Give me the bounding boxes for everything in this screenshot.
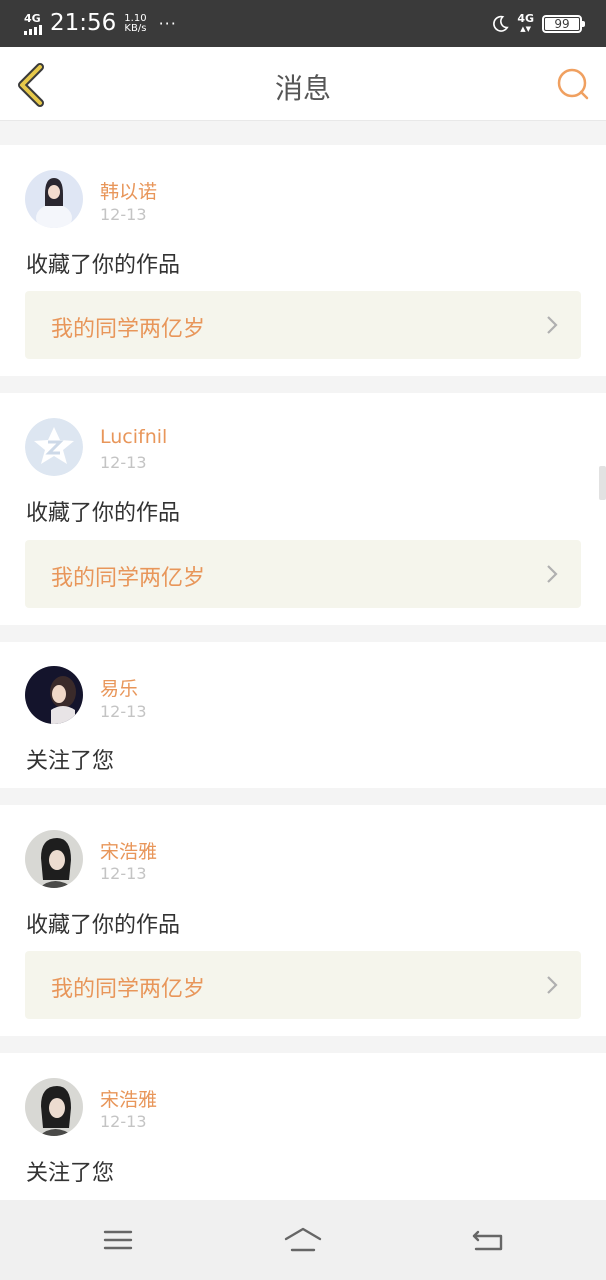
work-title: 我的同学两亿岁: [51, 977, 206, 1002]
work-link[interactable]: 我的同学两亿岁: [25, 540, 581, 608]
header: 消息: [0, 47, 606, 121]
avatar[interactable]: [25, 170, 83, 228]
message-card: 宋浩雅 12-13 收藏了你的作品 我的同学两亿岁: [0, 805, 606, 1036]
signal-icon: 4G: [24, 13, 42, 35]
user-name[interactable]: 宋浩雅: [100, 837, 157, 864]
work-link[interactable]: 我的同学两亿岁: [25, 291, 581, 359]
menu-icon[interactable]: [98, 1222, 138, 1258]
clock: 21:56: [50, 10, 117, 36]
action-text: 收藏了你的作品: [26, 913, 181, 938]
avatar[interactable]: [25, 666, 83, 724]
system-nav-bar: [0, 1200, 606, 1280]
work-title: 我的同学两亿岁: [51, 566, 206, 591]
message-card: 易乐 12-13 关注了您: [0, 642, 606, 788]
message-date: 12-13: [100, 205, 147, 224]
scrollbar[interactable]: [599, 466, 606, 500]
message-card: 宋浩雅 12-13 关注了您: [0, 1053, 606, 1200]
message-date: 12-13: [100, 864, 147, 883]
network-type: 4G: [24, 11, 41, 25]
chevron-right-icon: [547, 565, 558, 583]
work-link[interactable]: 我的同学两亿岁: [25, 951, 581, 1019]
more-notifications: ···: [158, 14, 177, 33]
action-text: 关注了您: [26, 749, 115, 774]
avatar[interactable]: [25, 1078, 83, 1136]
message-card: Lucifnil 12-13 收藏了你的作品 我的同学两亿岁: [0, 393, 606, 625]
message-card: 韩以诺 12-13 收藏了你的作品 我的同学两亿岁: [0, 145, 606, 376]
action-text: 收藏了你的作品: [26, 501, 181, 526]
message-date: 12-13: [100, 453, 147, 472]
battery-icon: 99: [542, 14, 585, 33]
user-name[interactable]: 易乐: [100, 674, 138, 701]
chevron-right-icon: [547, 976, 558, 994]
action-text: 收藏了你的作品: [26, 253, 181, 278]
page-title: 消息: [274, 72, 331, 105]
home-icon[interactable]: [283, 1222, 323, 1258]
action-text: 关注了您: [26, 1161, 115, 1186]
work-title: 我的同学两亿岁: [51, 317, 206, 342]
moon-icon: [493, 15, 509, 32]
avatar[interactable]: [25, 830, 83, 888]
user-name[interactable]: 宋浩雅: [100, 1085, 157, 1112]
search-icon[interactable]: [554, 65, 592, 103]
message-date: 12-13: [100, 1112, 147, 1131]
chevron-right-icon: [547, 316, 558, 334]
battery-level: 99: [554, 16, 570, 31]
message-date: 12-13: [100, 702, 147, 721]
network-type-right: 4G ▲▼: [517, 11, 534, 33]
status-bar: 4G 21:56 1.10 KB/s ··· 4G ▲▼ 99: [0, 0, 606, 47]
user-name[interactable]: 韩以诺: [100, 177, 157, 204]
avatar[interactable]: [25, 418, 83, 476]
network-speed: 1.10 KB/s: [124, 12, 147, 34]
back-icon[interactable]: [468, 1222, 508, 1258]
user-name[interactable]: Lucifnil: [100, 426, 167, 448]
